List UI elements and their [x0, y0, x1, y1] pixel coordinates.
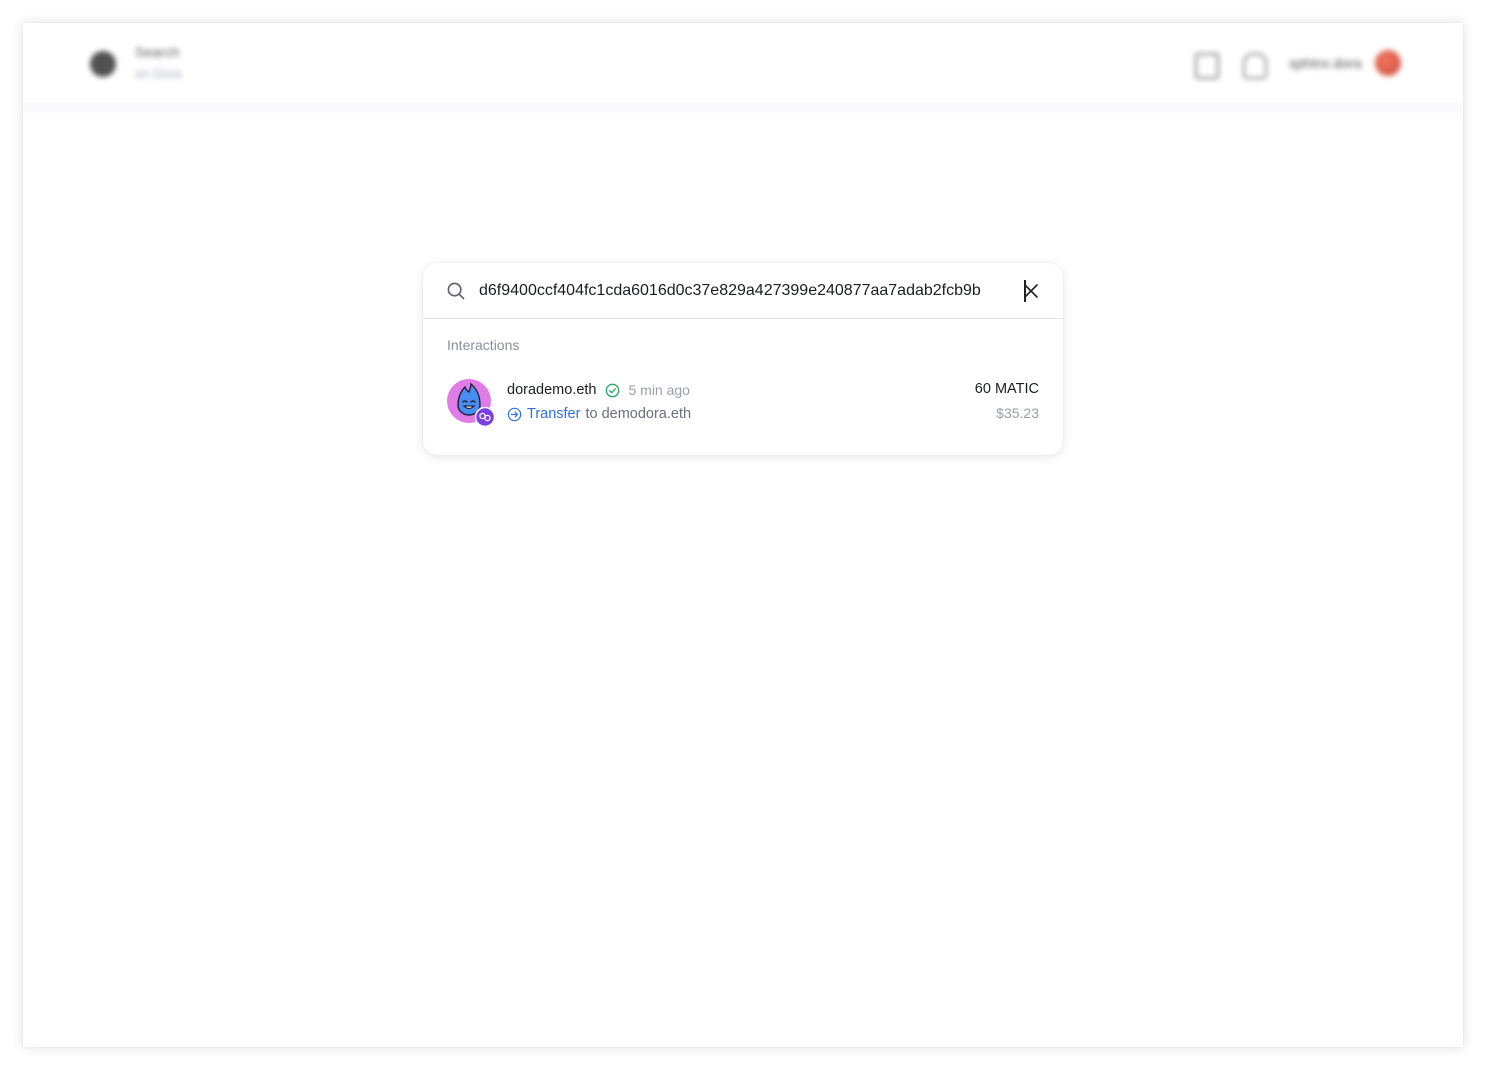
user-avatar[interactable]: [1375, 50, 1401, 76]
search-bar: [423, 263, 1063, 319]
app-window: Search on Dora sphinx.dora Interactions: [23, 23, 1463, 1047]
account-name[interactable]: dorademo.eth: [507, 382, 596, 398]
interaction-primary-line: dorademo.eth 5 min ago: [507, 380, 690, 400]
brand-subtitle: on Dora: [135, 66, 182, 81]
interaction-row[interactable]: dorademo.eth 5 min ago Transfer to demod…: [423, 367, 1063, 431]
action-recipient: to demodora.eth: [585, 406, 692, 422]
bell-icon[interactable]: [1243, 53, 1267, 79]
fiat-amount: $35.23: [996, 405, 1039, 421]
close-icon[interactable]: [1022, 282, 1040, 300]
verified-check-icon: [606, 383, 620, 397]
section-label-interactions: Interactions: [447, 337, 520, 353]
top-bar: Search on Dora sphinx.dora: [23, 23, 1463, 104]
token-amount: 60 MATIC: [974, 381, 1039, 397]
search-panel: Interactions dorademo.eth 5 mi: [423, 263, 1063, 455]
brand-title: Search: [135, 44, 180, 60]
interaction-secondary-line: Transfer to demodora.eth: [507, 404, 691, 424]
logo-icon[interactable]: [90, 51, 116, 77]
action-label[interactable]: Transfer: [527, 406, 580, 422]
search-icon: [447, 282, 465, 300]
chain-badge-icon: [475, 407, 495, 427]
time-ago: 5 min ago: [628, 382, 690, 398]
user-name[interactable]: sphinx.dora: [1289, 55, 1361, 71]
transfer-arrow-icon: [507, 407, 522, 421]
header-shadow: [23, 103, 1463, 123]
search-input[interactable]: [479, 279, 1031, 303]
document-icon[interactable]: [1195, 53, 1219, 79]
